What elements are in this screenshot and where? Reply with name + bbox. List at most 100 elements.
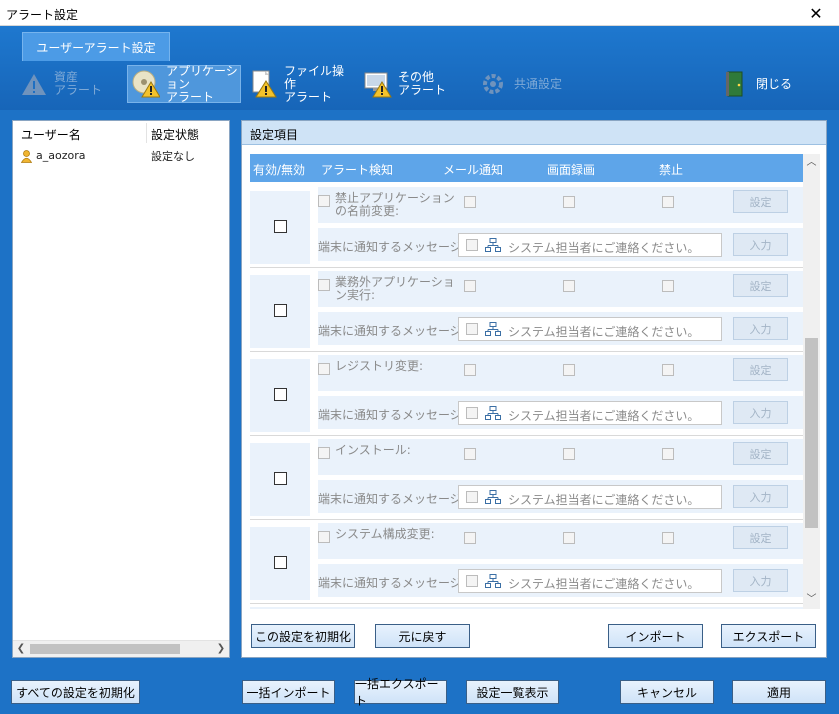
prohibit-checkbox[interactable] [662,280,674,292]
message-field[interactable]: システム担当者にご連絡ください。 [458,317,722,341]
other-alert-button[interactable]: その他 アラート [360,65,450,103]
alert-detect-checkbox[interactable] [318,195,330,207]
prohibit-checkbox[interactable] [662,448,674,460]
mail-notify-checkbox[interactable] [464,448,476,460]
enable-cell [250,359,310,432]
mail-notify-checkbox[interactable] [464,532,476,544]
message-checkbox[interactable] [466,239,478,251]
close-window-button[interactable]: ✕ [793,0,839,26]
message-checkbox[interactable] [466,323,478,335]
set-button[interactable]: 設定 [733,442,788,465]
alert-detect-checkbox[interactable] [318,531,330,543]
vertical-scrollbar[interactable]: ︿ ﹀ [803,154,820,609]
input-button[interactable]: 入力 [733,401,788,424]
application-alert-button[interactable]: アプリケーション アラート [127,64,241,104]
set-button[interactable]: 設定 [733,274,788,297]
scroll-up-icon[interactable]: ︿ [803,156,820,170]
column-header-status: 設定状態 [151,128,200,142]
ribbon: ユーザーアラート設定 資産 アラート アプリケーション アラート ファイル操作 アラー… [0,26,839,110]
message-row: 端末に通知するメッセージ: システム担当者にご連絡ください。 入力 [318,228,803,261]
scroll-right-icon[interactable]: ❯ [213,642,229,656]
message-checkbox[interactable] [466,575,478,587]
message-text: システム担当者にご連絡ください。 [508,409,700,423]
mail-notify-checkbox[interactable] [464,196,476,208]
tab-user-alert-settings[interactable]: ユーザーアラート設定 [22,32,170,61]
alert-detect-checkbox[interactable] [318,447,330,459]
file-operation-alert-button[interactable]: ファイル操作 アラート [246,64,350,104]
alert-detect-row: システム構成変更: 設定 [318,523,803,559]
scroll-thumb[interactable] [30,644,180,654]
scroll-down-icon[interactable]: ﹀ [803,593,820,607]
application-alert-label-2: アラート [166,89,215,104]
prohibit-checkbox[interactable] [662,532,674,544]
message-label: 端末に通知するメッセージ: [318,408,466,422]
other-alert-label-2: アラート [398,83,447,97]
message-checkbox[interactable] [466,407,478,419]
reset-setting-button[interactable]: この設定を初期化 [251,624,355,648]
cancel-button[interactable]: キャンセル [620,680,714,704]
user-list-panel: ユーザー名 設定状態 a_aozora 設定なし ❮ ❯ [12,120,230,658]
network-icon [485,574,501,589]
input-button[interactable]: 入力 [733,233,788,256]
input-button[interactable]: 入力 [733,485,788,508]
reset-all-button[interactable]: すべての設定を初期化 [11,680,140,704]
bulk-import-button[interactable]: 一括インポート [242,680,335,704]
column-header-user-name: ユーザー名 [21,128,81,142]
asset-alert-button[interactable]: 資産 アラート [16,65,102,103]
enable-checkbox[interactable] [274,472,287,485]
message-checkbox[interactable] [466,491,478,503]
network-icon [485,490,501,505]
enable-checkbox[interactable] [274,304,287,317]
mail-notify-checkbox[interactable] [464,280,476,292]
apply-button[interactable]: 適用 [732,680,826,704]
network-icon [485,406,501,421]
message-field[interactable]: システム担当者にご連絡ください。 [458,401,722,425]
revert-button[interactable]: 元に戻す [375,624,470,648]
list-item[interactable]: a_aozora 設定なし [20,149,221,163]
network-icon [485,322,501,337]
message-text: システム担当者にご連絡ください。 [508,325,700,339]
title-bar: アラート設定 ✕ [0,0,839,26]
group-divider [250,603,803,604]
monitor-warning-icon [364,70,392,98]
alert-detect-checkbox[interactable] [318,363,330,375]
col-enable: 有効/無効 [253,163,306,177]
input-button[interactable]: 入力 [733,569,788,592]
set-button[interactable]: 設定 [733,358,788,381]
enable-checkbox[interactable] [274,556,287,569]
file-operation-alert-label-2: アラート [284,89,333,104]
input-button[interactable]: 入力 [733,317,788,340]
screen-record-checkbox[interactable] [563,532,575,544]
prohibit-checkbox[interactable] [662,364,674,376]
mail-notify-checkbox[interactable] [464,364,476,376]
enable-cell [250,443,310,516]
enable-checkbox[interactable] [274,388,287,401]
message-field[interactable]: システム担当者にご連絡ください。 [458,485,722,509]
set-button[interactable]: 設定 [733,190,788,213]
settings-list-button[interactable]: 設定一覧表示 [466,680,559,704]
close-button[interactable]: 閉じる [720,65,800,103]
scroll-thumb[interactable] [805,338,818,528]
screen-record-checkbox[interactable] [563,448,575,460]
message-field[interactable]: システム担当者にご連絡ください。 [458,569,722,593]
message-field[interactable]: システム担当者にご連絡ください。 [458,233,722,257]
bulk-export-button[interactable]: 一括エクスポート [354,677,447,708]
alert-detect-checkbox[interactable] [318,279,330,291]
enable-cell [250,527,310,600]
alert-setting-group: システム構成変更: 設定 端末に通知するメッセージ: システム担当者にご連絡ください。… [250,523,803,604]
horizontal-scrollbar[interactable]: ❮ ❯ [13,640,229,657]
message-row: 端末に通知するメッセージ: システム担当者にご連絡ください。 入力 [318,396,803,429]
screen-record-checkbox[interactable] [563,280,575,292]
message-label: 端末に通知するメッセージ: [318,324,466,338]
enable-checkbox[interactable] [274,220,287,233]
prohibit-checkbox[interactable] [662,196,674,208]
set-button[interactable]: 設定 [733,526,788,549]
screen-record-checkbox[interactable] [563,364,575,376]
export-button[interactable]: エクスポート [721,624,816,648]
import-button[interactable]: インポート [608,624,703,648]
network-icon [485,238,501,253]
common-settings-button[interactable]: 共通設定 [478,65,568,103]
scroll-left-icon[interactable]: ❮ [13,642,29,656]
alert-setting-group: インストール: 設定 端末に通知するメッセージ: システム担当者にご連絡ください。 入力 [250,439,803,520]
screen-record-checkbox[interactable] [563,196,575,208]
